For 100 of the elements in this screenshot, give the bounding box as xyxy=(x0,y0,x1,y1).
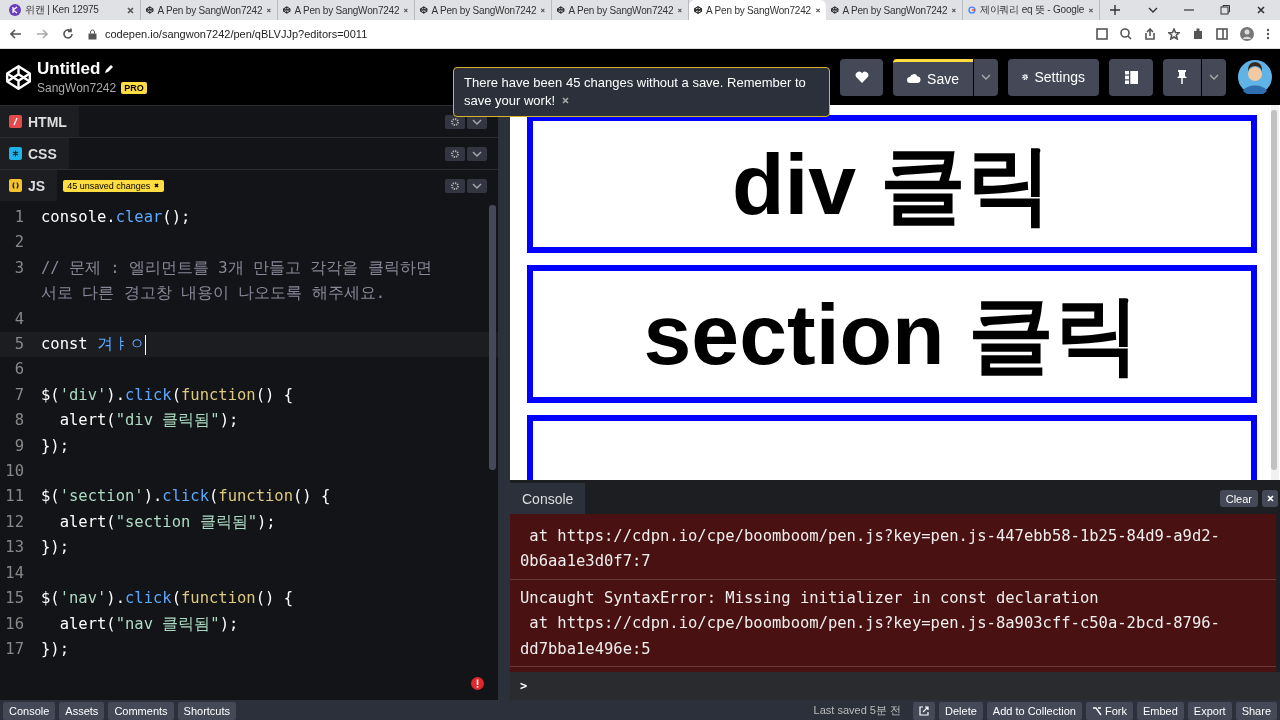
reload-icon[interactable] xyxy=(62,28,74,40)
caret-icon xyxy=(1148,7,1158,13)
line-number: 10 xyxy=(4,461,25,483)
open-external-button[interactable] xyxy=(913,702,935,720)
error-message: Uncaught SyntaxError: Missing initializer in const declaration xyxy=(520,587,1100,609)
footer-button[interactable]: Console xyxy=(3,702,56,720)
scrollbar[interactable] xyxy=(1271,105,1279,480)
code-line: const 겨ㅑㅇ xyxy=(41,333,147,357)
console-prompt[interactable]: > xyxy=(520,679,528,693)
save-menu-button[interactable] xyxy=(974,58,998,96)
avatar-icon[interactable] xyxy=(1238,60,1272,94)
code-line: // 문제 : 엘리먼트를 3개 만들고 각각을 클릭하면 서로 다른 경고창 내용이 나오도록 해주세요. xyxy=(41,257,433,305)
external-link-icon xyxy=(919,706,929,716)
caret-icon xyxy=(472,118,482,125)
collapse-button[interactable] xyxy=(467,178,487,193)
codepen-icon xyxy=(557,4,565,16)
editor-settings-button[interactable] xyxy=(445,178,465,193)
username[interactable]: SangWon7242 xyxy=(37,81,117,95)
editor-tab[interactable]: HTML xyxy=(0,106,79,137)
js-icon xyxy=(9,179,22,192)
plus-icon[interactable] xyxy=(1110,5,1120,15)
footer-button[interactable]: Delete xyxy=(939,702,983,720)
restore-icon[interactable] xyxy=(1220,5,1230,15)
settings-button[interactable]: Settings xyxy=(1008,58,1099,96)
text-cursor xyxy=(145,334,146,355)
footer-button[interactable]: Shortcuts xyxy=(177,702,237,720)
collapse-button[interactable] xyxy=(467,146,487,161)
code-line: }); xyxy=(41,537,70,559)
line-number: 4 xyxy=(13,308,25,330)
settings-icon xyxy=(451,149,459,158)
pin-menu-button[interactable] xyxy=(1202,58,1226,96)
close-icon[interactable] xyxy=(1256,5,1266,15)
close-icon[interactable] xyxy=(561,96,571,105)
footer-button[interactable]: Share xyxy=(1235,702,1277,720)
line-number: 11 xyxy=(4,486,25,508)
puzzle-icon[interactable] xyxy=(1192,28,1204,40)
editor-tab[interactable]: JS xyxy=(0,170,58,201)
layout-button[interactable] xyxy=(1109,58,1153,96)
pin-icon xyxy=(1177,70,1187,84)
translate-icon[interactable] xyxy=(1096,28,1108,40)
error-icon[interactable] xyxy=(471,677,484,690)
more-icon[interactable] xyxy=(1266,28,1270,40)
editor-tab[interactable]: CSS xyxy=(0,138,69,169)
browser-tab[interactable]: A Pen by SangWon7242 xyxy=(689,0,826,20)
codepen-icon xyxy=(420,4,428,16)
pen-title[interactable]: Untitled xyxy=(37,59,101,79)
css-icon xyxy=(9,147,22,160)
footer-button[interactable]: Assets xyxy=(59,702,105,720)
codepen-icon xyxy=(146,4,154,16)
code-line: $('div').click(function() { xyxy=(41,384,294,406)
code-line: alert("section 클릭됨"); xyxy=(58,511,277,533)
footer-button[interactable]: Comments xyxy=(108,702,174,720)
zoom-icon[interactable] xyxy=(1120,28,1132,40)
clear-button[interactable]: Clear xyxy=(1219,490,1258,507)
k-logo-icon xyxy=(9,4,21,16)
code-line: alert("nav 클릭됨"); xyxy=(58,613,240,635)
error-location: at https://cdpn.io/cpe/boomboom/pen.js?key=pen.js-447ebb58-1b25-84d9-a9d2-0b6aa1e3d0f7:7 xyxy=(520,526,1221,573)
fork-icon xyxy=(1092,706,1102,716)
line-number: 3 xyxy=(13,257,25,279)
pencil-icon[interactable] xyxy=(104,64,115,74)
footer-button[interactable]: Add to Collection xyxy=(986,702,1082,720)
back-icon[interactable] xyxy=(10,28,22,40)
line-number: 15 xyxy=(4,588,25,610)
heart-icon xyxy=(854,71,869,83)
pin-button[interactable] xyxy=(1163,58,1201,96)
footer-button[interactable]: Export xyxy=(1187,702,1232,720)
footer-button[interactable]: Embed xyxy=(1137,702,1184,720)
code-line: }); xyxy=(41,435,70,457)
line-number: 14 xyxy=(4,562,25,584)
code-line: }); xyxy=(41,638,70,660)
codepen-logo-icon[interactable] xyxy=(5,63,32,91)
scrollbar[interactable] xyxy=(489,205,496,470)
cloud-icon xyxy=(907,74,922,83)
close-button[interactable] xyxy=(1262,490,1278,507)
unsaved-badge[interactable]: 45 unsaved changes xyxy=(63,179,165,192)
line-number: 2 xyxy=(13,232,25,254)
star-icon[interactable] xyxy=(1168,28,1180,40)
line-number: 1 xyxy=(13,207,25,228)
code-line: $('nav').click(function() { xyxy=(41,588,294,610)
sidebar-icon[interactable] xyxy=(1216,28,1228,40)
line-number: 5 xyxy=(13,334,25,356)
settings-icon xyxy=(451,181,459,190)
editor-settings-button[interactable] xyxy=(445,146,465,161)
close-icon[interactable] xyxy=(153,182,161,189)
caret-icon xyxy=(472,182,482,189)
share-icon[interactable] xyxy=(1144,28,1156,40)
line-number: 12 xyxy=(4,511,25,533)
console-title: Console xyxy=(510,483,586,514)
url-field[interactable]: codepen.io/sangwon7242/pen/qBLVJJp?editors=0011 xyxy=(105,28,368,40)
caret-icon xyxy=(1209,74,1219,80)
save-button[interactable]: Save xyxy=(893,58,973,96)
element-box[interactable]: div 클릭 xyxy=(527,115,1257,253)
element-box[interactable]: section 클릭 xyxy=(527,265,1257,403)
error-location: at https://cdpn.io/cpe/boomboom/pen.js?key=pen.js-8a903cff-c50a-2bcd-8796-dd7bba1e496e:5 xyxy=(520,613,1221,660)
love-button[interactable] xyxy=(840,58,884,96)
footer-button[interactable]: Fork xyxy=(1086,702,1133,720)
box-label: div 클릭 xyxy=(731,141,1053,227)
html-icon xyxy=(9,115,22,128)
code-line: $('section').click(function() { xyxy=(41,486,332,508)
caret-icon xyxy=(981,74,991,80)
